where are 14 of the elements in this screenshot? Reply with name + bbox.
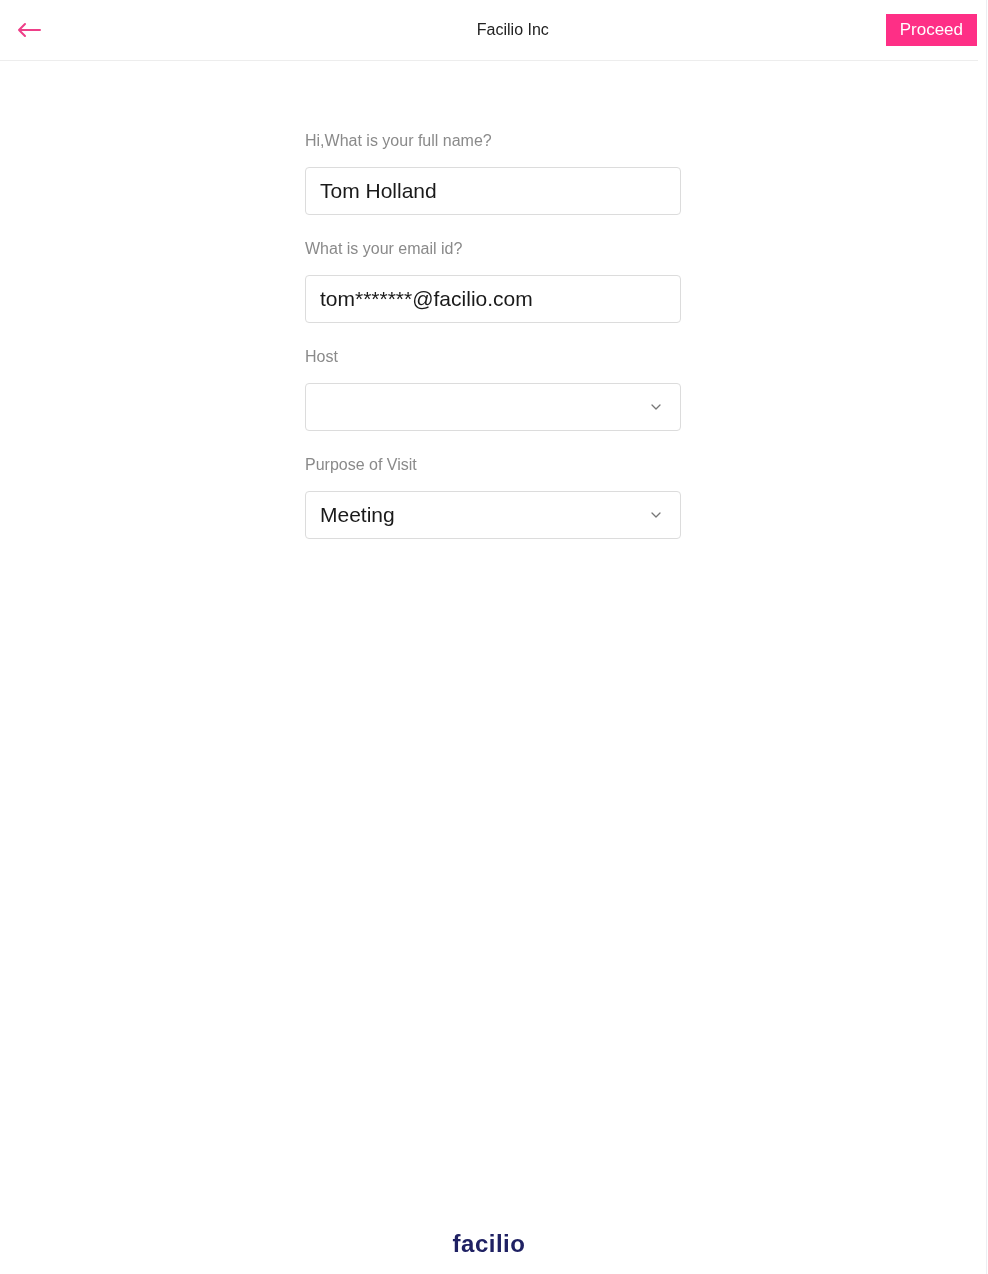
chevron-down-icon (651, 512, 661, 518)
field-label: Host (305, 347, 339, 367)
page-title: Facilio Inc (476, 20, 549, 40)
text-field[interactable]: tom*******@facilio.com (305, 275, 681, 323)
dropdown-field[interactable]: Meeting (305, 491, 681, 539)
proceed-button[interactable]: Proceed (885, 14, 977, 46)
logo: facilio (452, 1229, 526, 1259)
field-label: Purpose of Visit (305, 455, 418, 475)
text-field[interactable]: Tom Holland (305, 167, 681, 215)
field-label: Hi,What is your full name? (305, 131, 493, 151)
chevron-down-icon (651, 404, 661, 410)
back-arrow-icon (17, 22, 41, 38)
field-label: What is your email id? (305, 239, 464, 259)
dropdown-field[interactable] (305, 383, 681, 431)
